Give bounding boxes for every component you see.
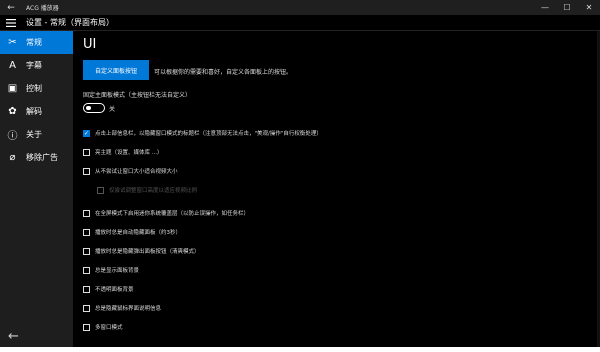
checkbox[interactable] (83, 285, 90, 293)
option-show-panel-bg[interactable]: 总是显示面板背景 (83, 266, 139, 274)
sidebar-item-control[interactable]: ▣ 控制 (0, 77, 73, 100)
info-icon: ⓘ (7, 131, 18, 142)
wrench-icon: ✂ (8, 37, 17, 48)
sidebar-item-about[interactable]: ⓘ 关于 (0, 123, 73, 146)
back-icon[interactable]: ← (0, 0, 22, 15)
customize-description: 可以根据你的需要和喜好，自定义各面板上的按钮。 (154, 69, 293, 76)
sidebar-item-remove-ads[interactable]: ⌀ 移除广告 (0, 146, 73, 169)
sidebar-item-decode[interactable]: ✿ 解码 (0, 100, 73, 123)
checkbox[interactable] (83, 209, 90, 217)
sidebar-back-icon[interactable]: ← (8, 329, 19, 344)
sidebar-item-subtitle[interactable]: A 字幕 (0, 54, 73, 77)
option-label: 播放时总是隐藏弹出面板按钮（清爽模式） (95, 249, 200, 255)
option-hide-popup-button[interactable]: 播放时总是隐藏弹出面板按钮（清爽模式） (83, 247, 200, 255)
checkbox[interactable] (83, 247, 90, 255)
sidebar-item-label: 控制 (26, 84, 42, 93)
checkbox[interactable] (83, 323, 90, 331)
option-mini-overlay[interactable]: 在全屏模式下启用迷你系统覆盖层（以防止误操作，如任务栏） (83, 209, 249, 217)
toggle-state-label: 关 (109, 106, 116, 113)
fixed-panel-label: 固定主面板模式（主按钮栏无法自定义） (83, 92, 192, 99)
window-title: ACG 播放器 (26, 5, 59, 12)
option-label: 多窗口模式 (95, 325, 123, 331)
close-button[interactable]: ✕ (578, 0, 600, 15)
checkbox[interactable] (83, 148, 90, 156)
maximize-button[interactable]: ☐ (556, 0, 578, 15)
customize-panel-button[interactable]: 自定义面板按钮 (83, 60, 149, 80)
option-multi-window[interactable]: 多窗口模式 (83, 323, 123, 331)
toggle-knob (86, 105, 91, 111)
option-label: 在全屏模式下启用迷你系统覆盖层（以防止误操作，如任务栏） (95, 211, 250, 217)
subtitle-icon: A (9, 60, 16, 71)
option-adjust-height-only: 仅尝试调整窗口高度以适应视频比例 (97, 186, 197, 194)
minimize-button[interactable]: — (534, 0, 556, 15)
control-icon: ▣ (7, 83, 18, 94)
option-label: 点击上部信息栏，以隐藏窗口模式的标题栏（注意顶部无法点击，"美观/操作"自行权衡… (95, 131, 322, 137)
option-label: 仅尝试调整窗口高度以适应视频比例 (109, 188, 198, 194)
option-label: 不透明面板背景 (95, 287, 134, 293)
option-opaque-panel-bg[interactable]: 不透明面板背景 (83, 285, 134, 293)
option-hide-mouse-tips[interactable]: 总是隐藏鼠标界面说明信息 (83, 304, 161, 312)
sidebar-item-label: 关于 (26, 130, 42, 139)
option-no-window-resize[interactable]: 从不尝试让窗口大小适合视频大小 (83, 167, 178, 175)
option-label: 播放时总是自动隐藏面板（约3秒） (95, 230, 182, 236)
fixed-panel-toggle[interactable] (83, 103, 105, 113)
settings-content: UI 自定义面板按钮 可以根据你的需要和喜好，自定义各面板上的按钮。 固定主面板… (73, 31, 600, 347)
checkbox-disabled (97, 186, 104, 194)
sidebar: ✂ 常规 A 字幕 ▣ 控制 ✿ 解码 ⓘ 关于 ⌀ 移除广告 ← (0, 31, 73, 347)
option-light-theme[interactable]: 亮主题（设置、媒体库 ...） (83, 148, 163, 156)
checkbox-checked-icon[interactable]: ✓ (83, 129, 90, 137)
no-ad-icon: ⌀ (9, 152, 16, 163)
app-window: ← ACG 播放器 — ☐ ✕ 设置 - 常规（界面布局） ✂ 常规 A 字幕 … (0, 0, 600, 347)
breadcrumb: 设置 - 常规（界面布局） (26, 18, 114, 27)
option-label: 总是显示面板背景 (95, 268, 140, 274)
option-hide-titlebar[interactable]: ✓ 点击上部信息栏，以隐藏窗口模式的标题栏（注意顶部无法点击，"美观/操作"自行… (83, 129, 322, 137)
sidebar-item-label: 解码 (26, 107, 42, 116)
puzzle-icon: ✿ (8, 106, 17, 117)
option-label: 亮主题（设置、媒体库 ...） (95, 150, 163, 156)
option-auto-hide-panel[interactable]: 播放时总是自动隐藏面板（约3秒） (83, 228, 181, 236)
sidebar-item-label: 移除广告 (26, 153, 58, 162)
sidebar-item-general[interactable]: ✂ 常规 (0, 31, 73, 54)
sidebar-item-label: 常规 (26, 38, 42, 47)
sidebar-item-label: 字幕 (26, 61, 42, 70)
checkbox[interactable] (83, 304, 90, 312)
option-label: 总是隐藏鼠标界面说明信息 (95, 306, 162, 312)
checkbox[interactable] (83, 266, 90, 274)
checkbox[interactable] (83, 167, 90, 175)
page-title: UI (83, 37, 97, 52)
page-header: 设置 - 常规（界面布局） (0, 15, 600, 31)
option-label: 从不尝试让窗口大小适合视频大小 (95, 169, 178, 175)
title-bar: ← ACG 播放器 — ☐ ✕ (0, 0, 600, 15)
hamburger-menu-icon[interactable] (0, 18, 22, 27)
checkbox[interactable] (83, 228, 90, 236)
